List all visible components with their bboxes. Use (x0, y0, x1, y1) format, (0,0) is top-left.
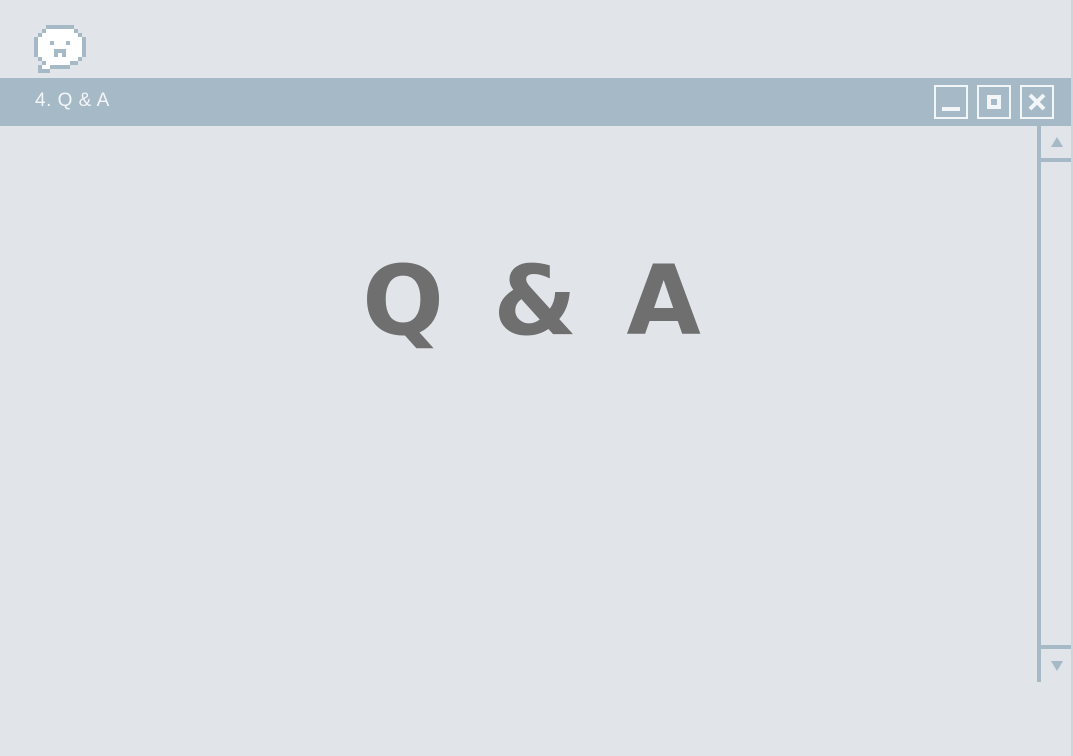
vertical-scrollbar[interactable] (1037, 126, 1071, 682)
maximize-icon (987, 95, 1001, 109)
slide-canvas: 4. Q & A Q & A (0, 0, 1073, 756)
minimize-icon (942, 107, 960, 111)
scroll-up-button[interactable] (1041, 126, 1071, 162)
maximize-button[interactable] (977, 85, 1011, 119)
scroll-up-arrow-icon (1051, 137, 1063, 147)
scroll-track[interactable] (1041, 162, 1071, 641)
scroll-down-button[interactable] (1041, 645, 1071, 686)
window-title-bar[interactable]: 4. Q & A (0, 78, 1071, 126)
pixel-chat-bubble-icon (34, 24, 90, 78)
close-icon (1028, 93, 1046, 111)
window-content (0, 126, 1037, 756)
scroll-down-arrow-icon (1051, 661, 1063, 671)
close-button[interactable] (1020, 85, 1054, 119)
minimize-button[interactable] (934, 85, 968, 119)
slide-heading: Q & A (362, 245, 709, 357)
window-title: 4. Q & A (35, 90, 110, 111)
